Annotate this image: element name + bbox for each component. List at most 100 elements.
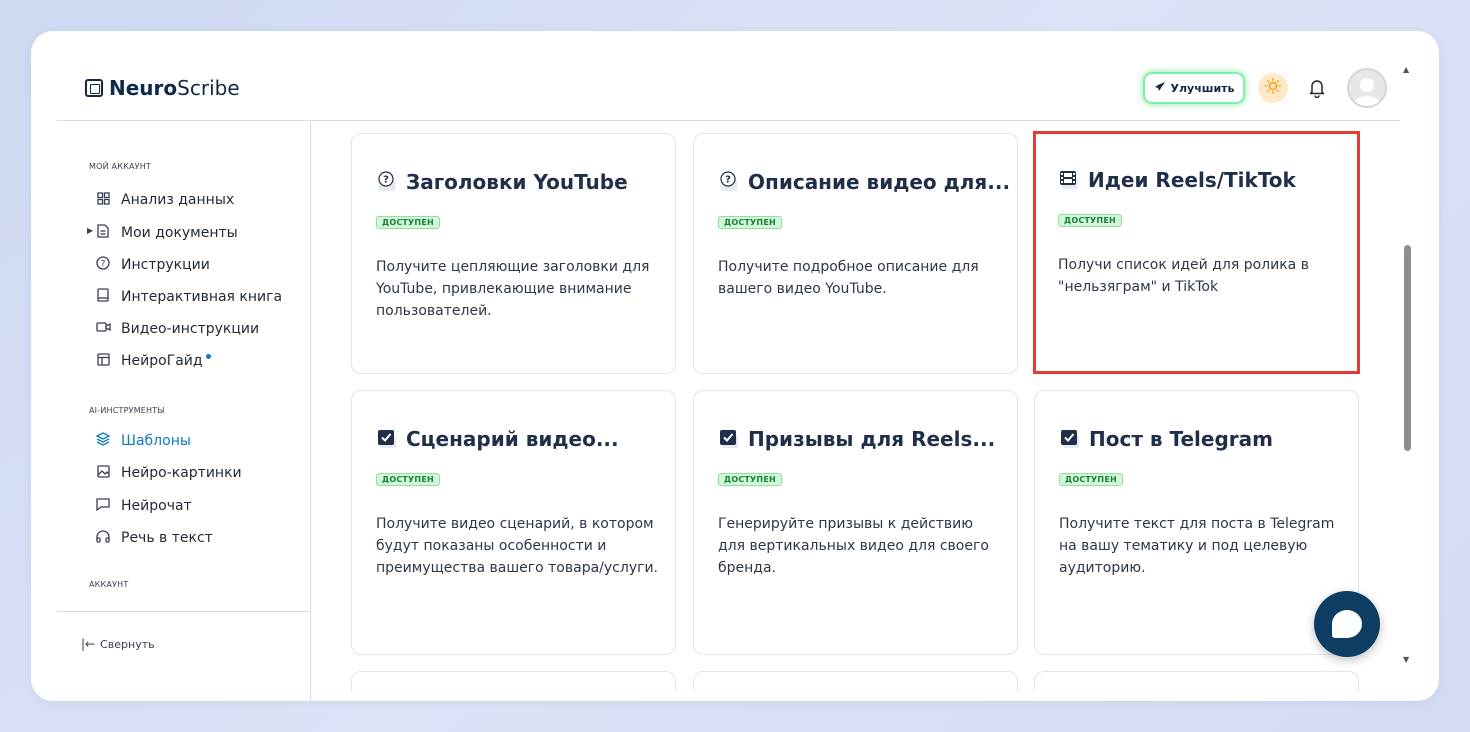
upgrade-label: Улучшить	[1170, 81, 1235, 95]
support-chat-button[interactable]	[1314, 591, 1380, 657]
sidebar-item-data-analysis[interactable]: Анализ данных	[95, 190, 234, 210]
svg-text:?: ?	[101, 260, 106, 270]
upgrade-button[interactable]: Улучшить	[1143, 72, 1245, 104]
question-icon: ?	[718, 171, 740, 193]
sidebar-item-neuroguide[interactable]: НейроГайд	[95, 351, 211, 371]
checkbox-icon	[718, 428, 740, 450]
sidebar-item-label: Речь в текст	[121, 530, 213, 546]
card-description: Получите цепляющие заголовки для YouTube…	[376, 259, 650, 319]
status-badge: доступен	[718, 216, 782, 229]
template-card-video-script[interactable]: Сценарий видео... доступен Получите виде…	[351, 390, 676, 655]
template-card-youtube-titles[interactable]: ? Заголовки YouTube доступен Получите це…	[351, 133, 676, 374]
sidebar-item-my-documents[interactable]: Мои документы	[95, 223, 238, 243]
sidebar-item-templates[interactable]: Шаблоны	[95, 431, 191, 451]
help-circle-icon: ?	[95, 256, 111, 274]
sidebar-item-neurochat[interactable]: Нейрочат	[95, 496, 192, 516]
card-title: Идеи Reels/TikTok	[1058, 168, 1296, 192]
card-title: Сценарий видео...	[376, 427, 619, 451]
sidebar-item-label: НейроГайд	[121, 353, 203, 369]
sun-icon	[1264, 77, 1282, 99]
card-title: Пост в Telegram	[1059, 427, 1273, 451]
video-icon	[95, 321, 111, 337]
sidebar-divider	[57, 611, 310, 612]
card-title-text: Описание видео для...	[748, 170, 1011, 194]
headphones-icon	[95, 529, 111, 547]
sidebar-item-label: Нейрочат	[121, 498, 192, 514]
logo-icon	[85, 79, 103, 97]
template-card-partial[interactable]	[351, 671, 676, 691]
document-icon	[95, 224, 111, 242]
sidebar-item-video-instructions[interactable]: Видео-инструкции	[95, 319, 259, 339]
chat-icon	[95, 497, 111, 515]
scrollbar-thumb[interactable]	[1404, 245, 1411, 451]
checkbox-icon	[376, 428, 398, 450]
notifications-bell-icon[interactable]	[1305, 75, 1329, 101]
collapse-label: Свернуть	[100, 637, 155, 651]
template-card-partial[interactable]	[693, 671, 1018, 691]
sidebar-item-label: Анализ данных	[121, 192, 235, 208]
section-title-account: АККАУНТ	[89, 580, 129, 589]
user-avatar[interactable]	[1347, 68, 1387, 108]
layout-icon	[95, 352, 111, 370]
logo-bold-text: Neuro	[109, 76, 178, 100]
card-title: Призывы для Reels...	[718, 427, 995, 451]
sidebar-item-label: Шаблоны	[121, 433, 191, 449]
logo-rest-text: Scribe	[177, 76, 240, 100]
card-title-text: Заголовки YouTube	[406, 170, 628, 194]
card-title-text: Идеи Reels/TikTok	[1088, 168, 1296, 192]
layers-icon	[95, 432, 111, 450]
logo[interactable]: Neuro Scribe	[85, 76, 240, 100]
new-indicator-dot	[205, 354, 211, 359]
chat-bubble-icon	[1332, 610, 1362, 638]
question-icon: ?	[376, 171, 398, 193]
template-card-video-description[interactable]: ? Описание видео для... доступен Получит…	[693, 133, 1018, 374]
sidebar-item-label: Интерактивная книга	[121, 289, 283, 305]
sidebar-item-label: Инструкции	[121, 257, 210, 273]
image-icon	[95, 464, 111, 482]
status-badge: доступен	[1058, 214, 1122, 227]
status-badge: доступен	[376, 473, 440, 486]
top-header: Neuro Scribe Улучшить	[57, 31, 1400, 121]
card-title-text: Призывы для Reels...	[748, 427, 996, 451]
status-badge: доступен	[376, 216, 440, 229]
collapse-sidebar-button[interactable]: |← Свернуть	[81, 637, 155, 651]
book-icon	[95, 288, 111, 306]
status-badge: доступен	[1059, 473, 1123, 486]
chevron-right-icon[interactable]: ▶	[87, 226, 93, 235]
card-description: Генерируйте призывы к действию для верти…	[718, 516, 989, 576]
sidebar-item-neuro-images[interactable]: Нейро-картинки	[95, 463, 242, 483]
rocket-icon	[1154, 81, 1166, 96]
card-title-text: Пост в Telegram	[1089, 427, 1273, 451]
template-card-partial[interactable]	[1034, 671, 1359, 691]
card-description: Получи список идей для ролика в "нельзяг…	[1058, 257, 1309, 295]
section-title-ai-tools: AI-ИНСТРУМЕНТЫ	[89, 406, 165, 415]
app-window: Neuro Scribe Улучшить МОЙ АККАУНТ Анализ…	[31, 31, 1439, 701]
card-description: Получите текст для поста в Telegram на в…	[1059, 516, 1335, 576]
card-title: ? Заголовки YouTube	[376, 170, 628, 194]
section-title-my-account: МОЙ АККАУНТ	[89, 162, 152, 171]
sidebar-item-speech-to-text[interactable]: Речь в текст	[95, 528, 213, 548]
checkbox-icon	[1059, 428, 1081, 450]
sidebar-item-instructions[interactable]: ? Инструкции	[95, 255, 210, 275]
status-badge: доступен	[718, 473, 782, 486]
card-description: Получите подробное описание для вашего в…	[718, 259, 979, 297]
card-title: ? Описание видео для...	[718, 170, 1010, 194]
theme-toggle-button[interactable]	[1258, 73, 1288, 103]
sidebar-item-label: Видео-инструкции	[121, 321, 260, 337]
scroll-down-arrow-icon[interactable]: ▼	[1403, 655, 1409, 664]
sidebar-item-interactive-book[interactable]: Интерактивная книга	[95, 287, 282, 307]
svg-text:?: ?	[383, 175, 389, 186]
template-card-reels-tiktok-ideas[interactable]: Идеи Reels/TikTok доступен Получи список…	[1033, 131, 1360, 374]
grid-icon	[95, 191, 111, 209]
template-card-reels-cta[interactable]: Призывы для Reels... доступен Генерируйт…	[693, 390, 1018, 655]
template-card-telegram-post[interactable]: Пост в Telegram доступен Получите текст …	[1034, 390, 1359, 655]
sidebar: МОЙ АККАУНТ Анализ данных ▶ Мои документ…	[57, 122, 311, 701]
sidebar-item-label: Нейро-картинки	[121, 465, 242, 481]
card-title-text: Сценарий видео...	[406, 427, 619, 451]
collapse-arrow-icon: |←	[81, 637, 96, 651]
film-icon	[1058, 169, 1080, 191]
svg-text:?: ?	[725, 175, 731, 186]
sidebar-item-label: Мои документы	[121, 225, 238, 241]
scroll-up-arrow-icon[interactable]: ▲	[1403, 65, 1409, 74]
card-description: Получите видео сценарий, в котором будут…	[376, 516, 659, 576]
